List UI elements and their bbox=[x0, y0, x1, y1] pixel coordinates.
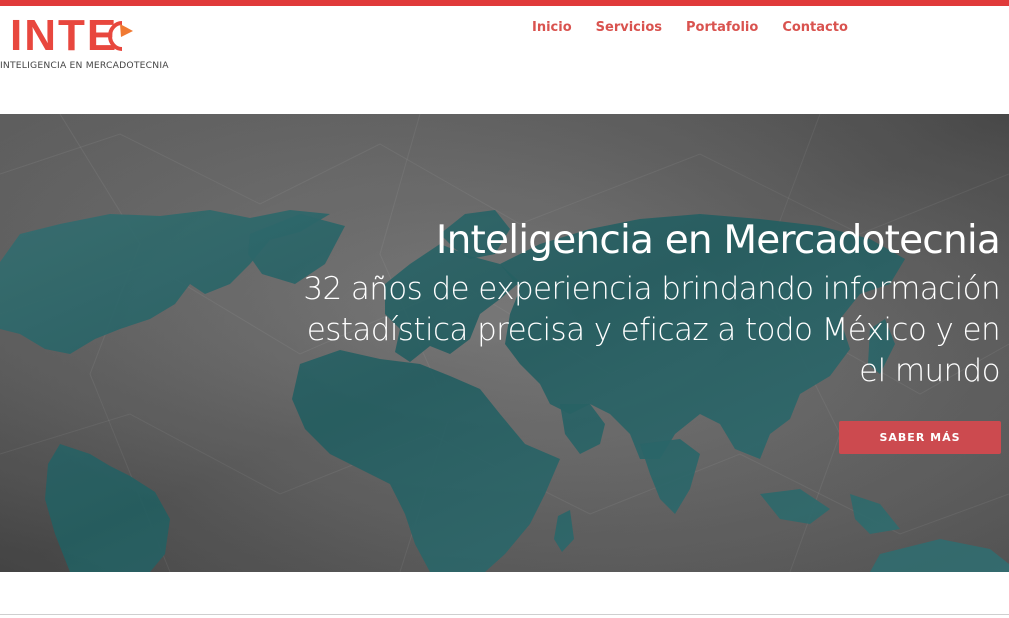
nav-item-inicio[interactable]: Inicio bbox=[520, 19, 584, 37]
saber-mas-button[interactable]: SABER MÁS bbox=[839, 421, 1001, 454]
nav-item-portafolio[interactable]: Portafolio bbox=[674, 19, 770, 37]
top-accent-bar bbox=[0, 0, 1009, 6]
hero-title: Inteligencia en Mercadotecnia bbox=[435, 218, 1001, 263]
nav-item-contacto[interactable]: Contacto bbox=[770, 19, 860, 37]
nav-item-servicios[interactable]: Servicios bbox=[584, 19, 674, 37]
hero-banner: Inteligencia en Mercadotecnia 32 años de… bbox=[0, 114, 1009, 572]
section-divider bbox=[0, 614, 1009, 615]
circular-arrow-icon bbox=[108, 21, 133, 51]
logo-tagline: INTELIGENCIA EN MERCADOTECNIA bbox=[0, 60, 169, 71]
site-logo[interactable]: INTE INTELIGENCIA EN MERCADOTECNIA bbox=[0, 8, 175, 73]
hero-subtitle: 32 años de experiencia brindando informa… bbox=[303, 271, 1000, 389]
main-nav: Inicio Servicios Portafolio Contacto bbox=[520, 19, 860, 37]
